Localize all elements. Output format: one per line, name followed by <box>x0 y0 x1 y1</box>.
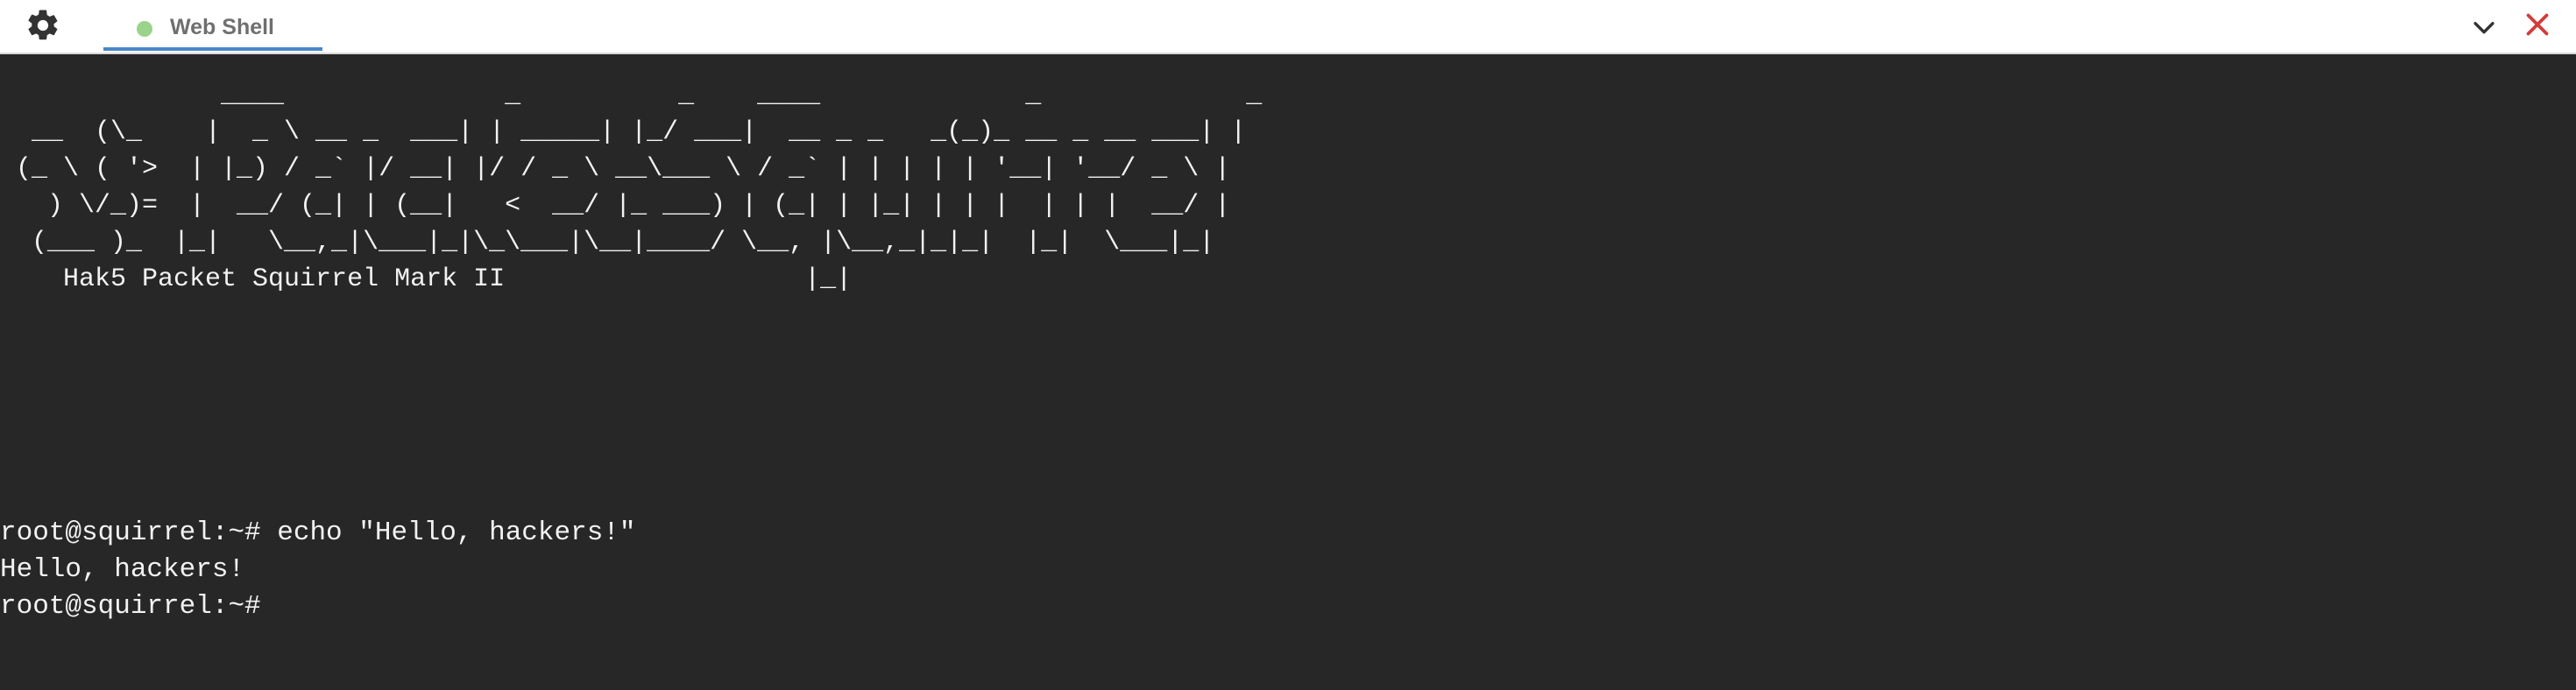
chevron-down-icon[interactable] <box>2469 12 2499 42</box>
ascii-banner: ____ _ _ ____ _ _ __ (\_ | _ \ __ _ ___|… <box>16 81 1263 294</box>
tab-label: Web Shell <box>170 15 275 39</box>
command-output: Hello, hackers! <box>0 554 245 585</box>
status-dot-icon <box>137 21 152 37</box>
command-line: root@squirrel:~# echo "Hello, hackers!" <box>0 518 636 548</box>
current-prompt[interactable]: root@squirrel:~# <box>0 588 261 625</box>
terminal-output[interactable]: ____ _ _ ____ _ _ __ (\_ | _ \ __ _ ___|… <box>0 56 2576 690</box>
tab-web-shell[interactable]: Web Shell <box>103 0 322 53</box>
web-shell-window: Web Shell ____ _ _ ____ _ _ __ (\_ | _ \… <box>0 0 2576 690</box>
gear-icon[interactable] <box>25 7 61 44</box>
top-bar: Web Shell <box>0 0 2576 54</box>
close-icon[interactable] <box>2522 9 2553 40</box>
active-tab-indicator <box>103 47 322 51</box>
